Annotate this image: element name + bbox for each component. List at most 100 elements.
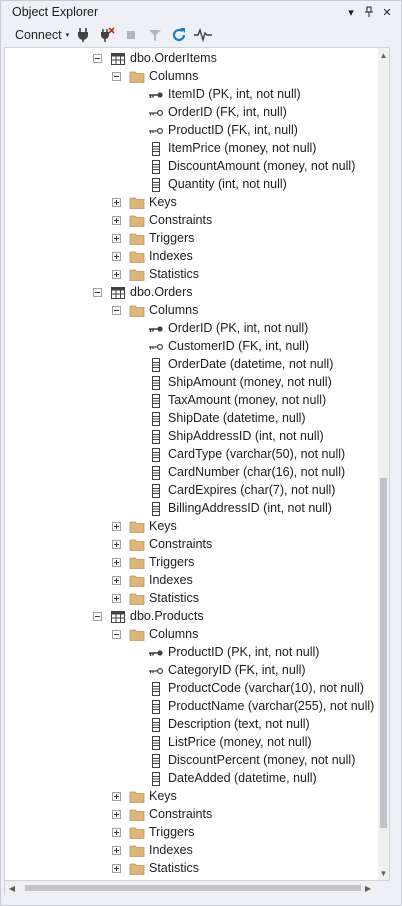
tree-node-label: ShipAmount (money, not null) xyxy=(168,375,332,389)
tree-node-folder[interactable]: Indexes xyxy=(5,248,376,266)
collapse-minus-icon[interactable] xyxy=(93,612,102,621)
expand-plus-icon[interactable] xyxy=(112,270,121,279)
scroll-up-icon[interactable]: ▲ xyxy=(378,48,389,62)
window-dropdown-icon[interactable]: ▾ xyxy=(343,4,359,20)
tree-node-table[interactable]: dbo.Products xyxy=(5,608,376,626)
tree-node-folder[interactable]: Indexes xyxy=(5,572,376,590)
expand-plus-icon[interactable] xyxy=(112,864,121,873)
expand-plus-icon[interactable] xyxy=(112,234,121,243)
expand-plus-icon[interactable] xyxy=(112,216,121,225)
tree-node-column[interactable]: CustomerID (FK, int, null) xyxy=(5,338,376,356)
tree-node-column[interactable]: OrderID (PK, int, not null) xyxy=(5,320,376,338)
tree-node-folder[interactable]: Statistics xyxy=(5,860,376,878)
column-icon xyxy=(148,753,164,769)
window-title: Object Explorer xyxy=(12,5,99,19)
tree-node-folder[interactable]: Columns xyxy=(5,68,376,86)
tree-node-folder[interactable]: Indexes xyxy=(5,842,376,860)
refresh-icon[interactable] xyxy=(169,25,189,45)
collapse-minus-icon[interactable] xyxy=(93,288,102,297)
scroll-left-icon[interactable]: ◀ xyxy=(5,881,19,895)
tree-node-column[interactable]: ItemID (PK, int, not null) xyxy=(5,86,376,104)
scroll-down-icon[interactable]: ▼ xyxy=(378,866,389,880)
pin-icon[interactable] xyxy=(361,4,377,20)
tree-node-column[interactable]: ShipAddressID (int, not null) xyxy=(5,428,376,446)
expand-plus-icon[interactable] xyxy=(112,828,121,837)
tree-node-folder[interactable]: Keys xyxy=(5,518,376,536)
horizontal-scroll-thumb[interactable] xyxy=(25,885,361,891)
tree-node-folder[interactable]: Constraints xyxy=(5,536,376,554)
tree-node-label: BillingAddressID (int, not null) xyxy=(168,501,332,515)
collapse-minus-icon[interactable] xyxy=(112,72,121,81)
tree-node-column[interactable]: Description (text, not null) xyxy=(5,716,376,734)
tree-node-column[interactable]: ProductCode (varchar(10), not null) xyxy=(5,680,376,698)
expand-plus-icon[interactable] xyxy=(112,846,121,855)
tree-node-table[interactable]: dbo.Orders xyxy=(5,284,376,302)
expand-plus-icon[interactable] xyxy=(112,810,121,819)
tree-node-folder[interactable]: Triggers xyxy=(5,554,376,572)
tree-node-table[interactable]: dbo.OrderItems xyxy=(5,50,376,68)
tree-node-folder[interactable]: Keys xyxy=(5,788,376,806)
tree-node-column[interactable]: CardNumber (char(16), not null) xyxy=(5,464,376,482)
tree-node-label: Keys xyxy=(149,789,177,803)
tree-node-column[interactable]: CardExpires (char(7), not null) xyxy=(5,482,376,500)
tree-node-column[interactable]: ListPrice (money, not null) xyxy=(5,734,376,752)
tree-node-column[interactable]: ItemPrice (money, not null) xyxy=(5,140,376,158)
horizontal-scrollbar[interactable]: ◀ ▶ xyxy=(4,881,375,895)
tree-node-column[interactable]: CategoryID (FK, int, null) xyxy=(5,662,376,680)
tree-node-column[interactable]: Quantity (int, not null) xyxy=(5,176,376,194)
object-explorer-tree[interactable]: dbo.OrderItems Columns ItemID (PK, int, no… xyxy=(4,47,390,881)
filter-icon[interactable] xyxy=(145,25,165,45)
collapse-minus-icon[interactable] xyxy=(93,54,102,63)
expand-plus-icon[interactable] xyxy=(112,198,121,207)
collapse-minus-icon[interactable] xyxy=(112,630,121,639)
tree-node-column[interactable]: ProductID (FK, int, null) xyxy=(5,122,376,140)
expand-plus-icon[interactable] xyxy=(112,792,121,801)
expand-plus-icon[interactable] xyxy=(112,594,121,603)
tree-node-folder[interactable]: Constraints xyxy=(5,212,376,230)
tree-node-folder[interactable]: Constraints xyxy=(5,806,376,824)
column-icon xyxy=(148,735,164,751)
tree-node-folder[interactable]: Triggers xyxy=(5,230,376,248)
tree-node-folder[interactable]: Statistics xyxy=(5,266,376,284)
tree-node-label: OrderID (FK, int, null) xyxy=(168,105,287,119)
collapse-minus-icon[interactable] xyxy=(112,306,121,315)
disconnect-icon[interactable] xyxy=(97,25,117,45)
tree-node-column[interactable]: OrderID (FK, int, null) xyxy=(5,104,376,122)
tree-node-folder[interactable]: Statistics xyxy=(5,590,376,608)
expand-plus-icon[interactable] xyxy=(112,558,121,567)
scroll-right-icon[interactable]: ▶ xyxy=(361,881,375,895)
tree-node-label: Columns xyxy=(149,627,199,641)
tree-node-column[interactable]: CardType (varchar(50), not null) xyxy=(5,446,376,464)
connect-button[interactable]: Connect ▾ xyxy=(15,28,69,42)
tree-node-column[interactable]: OrderDate (datetime, not null) xyxy=(5,356,376,374)
activity-monitor-icon[interactable] xyxy=(193,25,213,45)
expand-plus-icon[interactable] xyxy=(112,522,121,531)
tree-node-folder[interactable]: Triggers xyxy=(5,824,376,842)
tree-node-column[interactable]: DiscountAmount (money, not null) xyxy=(5,158,376,176)
tree-node-column[interactable]: ProductName (varchar(255), not null) xyxy=(5,698,376,716)
tree-node-column[interactable]: DiscountPercent (money, not null) xyxy=(5,752,376,770)
tree-node-column[interactable]: ProductID (PK, int, not null) xyxy=(5,644,376,662)
expand-plus-icon[interactable] xyxy=(112,576,121,585)
tree-node-column[interactable]: DateAdded (datetime, null) xyxy=(5,770,376,788)
expand-plus-icon[interactable] xyxy=(112,540,121,549)
table-icon xyxy=(110,609,126,625)
vertical-scrollbar[interactable]: ▲ ▼ xyxy=(378,48,389,880)
vertical-scroll-thumb[interactable] xyxy=(380,478,387,828)
tree-node-column[interactable]: TaxAmount (money, not null) xyxy=(5,392,376,410)
column-icon xyxy=(148,771,164,787)
toolbar: Connect ▾ xyxy=(1,23,401,47)
tree-node-column[interactable]: ShipAmount (money, not null) xyxy=(5,374,376,392)
tree-node-column[interactable]: BillingAddressID (int, not null) xyxy=(5,500,376,518)
tree-node-folder[interactable]: Keys xyxy=(5,194,376,212)
tree-node-folder[interactable]: Columns xyxy=(5,302,376,320)
close-icon[interactable]: ✕ xyxy=(379,4,395,20)
tree-node-column[interactable]: ShipDate (datetime, null) xyxy=(5,410,376,428)
stop-icon[interactable] xyxy=(121,25,141,45)
tree-node-label: CardExpires (char(7), not null) xyxy=(168,483,336,497)
connect-plug-icon[interactable] xyxy=(73,25,93,45)
expand-plus-icon[interactable] xyxy=(112,252,121,261)
tree-node-label: DiscountPercent (money, not null) xyxy=(168,753,356,767)
tree-node-label: OrderDate (datetime, not null) xyxy=(168,357,334,371)
tree-node-folder[interactable]: Columns xyxy=(5,626,376,644)
